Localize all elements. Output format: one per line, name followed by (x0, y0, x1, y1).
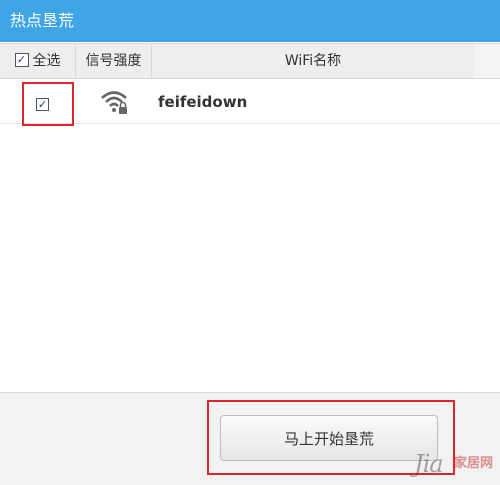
select-all-label: 全选 (32, 53, 61, 69)
window-titlebar: 热点垦荒 (0, 0, 500, 42)
table-row[interactable]: ✓ feifeidown (0, 80, 500, 124)
wifi-name: feifeidown (158, 93, 248, 111)
scrollbar-gutter[interactable] (474, 43, 500, 79)
select-all-checkbox[interactable]: ✓ (14, 53, 29, 67)
select-all-header[interactable]: ✓ 全选 (0, 44, 76, 78)
table-header: ✓ 全选 信号强度 WiFi名称 (0, 43, 474, 79)
watermark-logo: Jia 家居网 (414, 448, 498, 482)
wifi-locked-icon (100, 88, 130, 116)
window-title: 热点垦荒 (10, 11, 75, 30)
watermark-text: Jia (414, 450, 444, 478)
highlight-box-checkbox (22, 82, 74, 126)
signal-strength-header: 信号强度 (76, 44, 152, 78)
wifi-name-header: WiFi名称 (284, 53, 342, 69)
watermark-sub: 家居网 (454, 456, 494, 471)
